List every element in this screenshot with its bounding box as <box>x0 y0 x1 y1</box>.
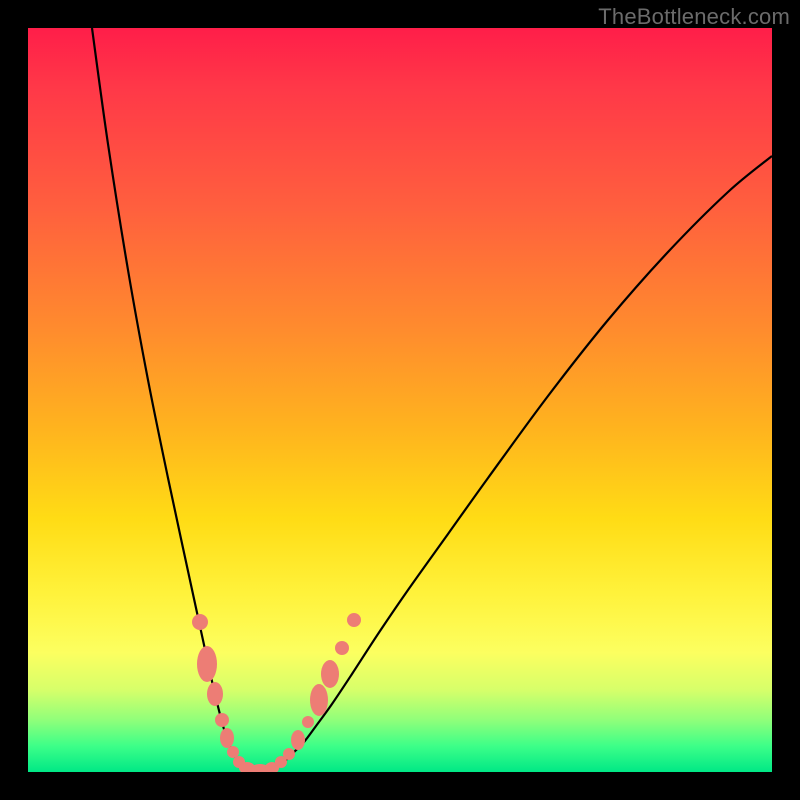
chart-plot-area <box>28 28 772 772</box>
chart-frame: TheBottleneck.com <box>0 0 800 800</box>
data-marker <box>335 641 349 655</box>
data-marker <box>291 730 305 750</box>
data-marker <box>215 713 229 727</box>
data-marker <box>192 614 208 630</box>
curve-left-branch <box>92 28 243 770</box>
data-marker <box>310 684 328 716</box>
data-marker <box>207 682 223 706</box>
data-marker <box>347 613 361 627</box>
watermark-label: TheBottleneck.com <box>598 4 790 30</box>
data-marker <box>302 716 314 728</box>
data-marker <box>197 646 217 682</box>
data-marker <box>220 728 234 748</box>
chart-overlay-svg <box>28 28 772 772</box>
data-marker <box>227 746 239 758</box>
data-marker <box>283 748 295 760</box>
data-marker <box>321 660 339 688</box>
marker-group <box>192 613 361 772</box>
curve-right-branch <box>271 156 772 770</box>
